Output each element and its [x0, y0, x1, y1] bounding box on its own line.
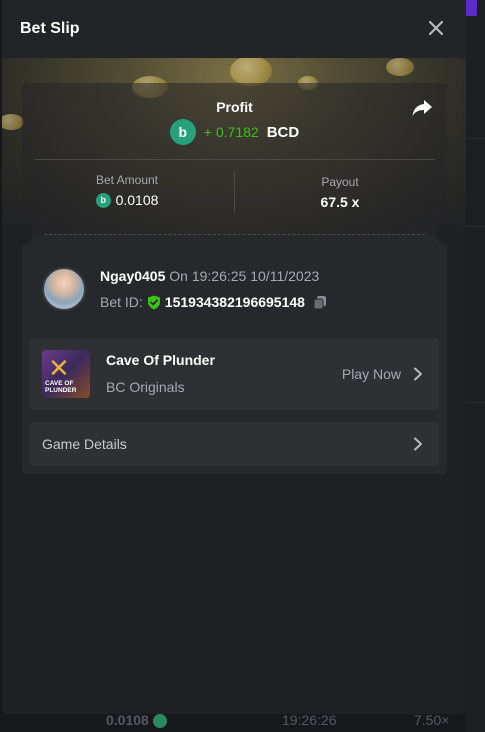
avatar[interactable] [42, 267, 86, 311]
share-button[interactable] [411, 97, 433, 119]
bet-amount-number: 0.0108 [115, 192, 159, 208]
game-name: Cave Of Plunder [106, 352, 215, 368]
game-provider: BC Originals [106, 379, 185, 395]
payout-label: Payout [321, 175, 359, 189]
ticket-notch [436, 223, 458, 245]
user-line: Ngay0405 On 19:26:25 10/11/2023 [100, 268, 319, 284]
gold-coin-decoration [386, 58, 414, 76]
dashed-divider [44, 234, 425, 235]
game-thumbnail: ✕ CAVE OF PLUNDER [42, 350, 90, 398]
share-icon [412, 100, 432, 116]
modal-header: Bet Slip [2, 0, 466, 58]
modal-title: Bet Slip [20, 20, 80, 37]
bet-amount-value: b 0.0108 [22, 192, 232, 208]
background-time: 19:26:26 [282, 712, 337, 728]
ticket-notch [11, 223, 33, 245]
background-bet-row: 0.0108 19:26:26 7.50× [0, 712, 485, 732]
payout-value: 67.5 x [320, 194, 360, 210]
bet-card: Profit b + 0.7182 BCD Bet Amount b 0.010… [11, 83, 458, 474]
background-amount: 0.0108 [106, 712, 167, 729]
profit-row: b + 0.7182 BCD [22, 119, 447, 145]
shield-check-icon [147, 295, 160, 309]
background-panel [465, 0, 485, 732]
game-details-label: Game Details [42, 436, 127, 452]
copy-icon[interactable] [313, 295, 327, 310]
background-divider [465, 226, 485, 227]
game-details-button[interactable]: Game Details [30, 422, 439, 466]
coin-icon [152, 714, 167, 729]
bet-id-line: Bet ID: 151934382196695148 [100, 294, 327, 310]
profit-value: + 0.7182 [203, 124, 259, 140]
chevron-right-icon [414, 437, 422, 451]
bet-amount-stat: Bet Amount b 0.0108 [22, 173, 232, 208]
username[interactable]: Ngay0405 [100, 268, 165, 284]
bet-slip-modal: Bet Slip Profit b + 0.7182 BCD Bet Amoun… [2, 0, 466, 714]
profit-label: Profit [216, 99, 253, 115]
background-payout: 7.50× [414, 712, 450, 728]
chevron-right-icon [414, 367, 422, 381]
bet-amount-label: Bet Amount [95, 173, 159, 187]
gold-coin-decoration [230, 56, 272, 86]
background-accent [465, 0, 477, 16]
close-icon [428, 20, 444, 36]
close-button[interactable] [426, 18, 446, 38]
play-now-link[interactable]: Play Now [342, 366, 401, 382]
profit-currency: BCD [266, 123, 300, 141]
payout-stat: Payout 67.5 x [235, 175, 445, 210]
gold-coin-decoration [2, 114, 24, 130]
game-thumbnail-text: CAVE OF PLUNDER [45, 380, 77, 394]
game-row[interactable]: ✕ CAVE OF PLUNDER Cave Of Plunder BC Ori… [30, 338, 439, 410]
coin-icon: b [95, 192, 111, 208]
bet-id-label: Bet ID: [100, 294, 143, 310]
background-divider [465, 402, 485, 403]
bet-time: On 19:26:25 10/11/2023 [165, 268, 320, 284]
background-divider [465, 138, 485, 139]
bet-id-value: 151934382196695148 [164, 294, 305, 310]
divider [34, 159, 435, 160]
coin-icon: b [169, 119, 196, 145]
